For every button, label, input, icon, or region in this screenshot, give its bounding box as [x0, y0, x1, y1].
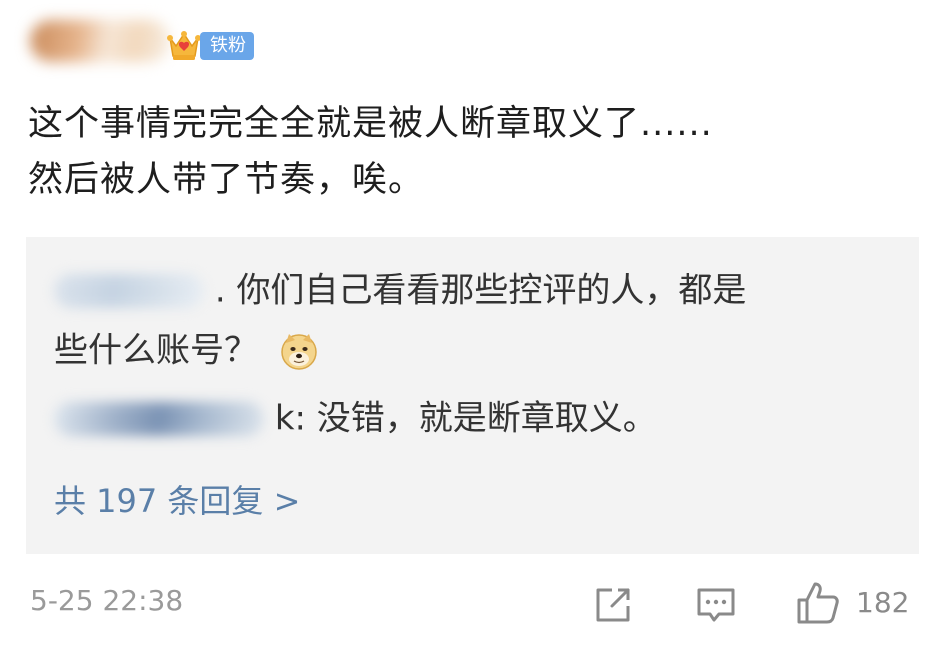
- view-all-replies-link[interactable]: 共 197 条回复 >: [54, 471, 300, 531]
- share-icon[interactable]: [590, 582, 636, 628]
- blurred-replier-name[interactable]: [54, 273, 204, 308]
- reply-name-suffix: k:: [274, 398, 306, 439]
- like-count: 182: [856, 586, 910, 619]
- post-footer: 5-25 22:38 182: [0, 572, 929, 642]
- fan-badge: 铁粉: [200, 32, 254, 60]
- post-header: 铁粉: [30, 14, 330, 74]
- comment-icon[interactable]: [693, 582, 739, 628]
- reply-name-suffix: .: [214, 270, 226, 311]
- reply-text: 些什么账号？: [54, 330, 258, 371]
- crown-icon: [167, 31, 201, 60]
- reply-preview-box[interactable]: . 你们自己看看那些控评的人，都是 些什么账号？ k: 没错，就是断章取义。 共…: [26, 237, 919, 554]
- reply-text: 没错，就是断章取义。: [316, 398, 657, 439]
- blurred-replier-name[interactable]: [54, 401, 264, 436]
- reply-item[interactable]: k: 没错，就是断章取义。: [54, 387, 657, 447]
- post-content: 这个事情完完全全就是被人断章取义了...... 然后被人带了节奏，唉。: [28, 96, 908, 208]
- like-icon[interactable]: [793, 578, 843, 628]
- post-line: 这个事情完完全全就是被人断章取义了......: [28, 104, 713, 144]
- reply-item[interactable]: . 你们自己看看那些控评的人，都是 些什么账号？: [54, 259, 746, 379]
- post-line: 然后被人带了节奏，唉。: [28, 160, 425, 200]
- reply-text: 你们自己看看那些控评的人，都是: [236, 270, 747, 311]
- blurred-author-name[interactable]: [30, 20, 170, 62]
- doge-icon: [281, 333, 317, 370]
- post-timestamp: 5-25 22:38: [30, 584, 184, 617]
